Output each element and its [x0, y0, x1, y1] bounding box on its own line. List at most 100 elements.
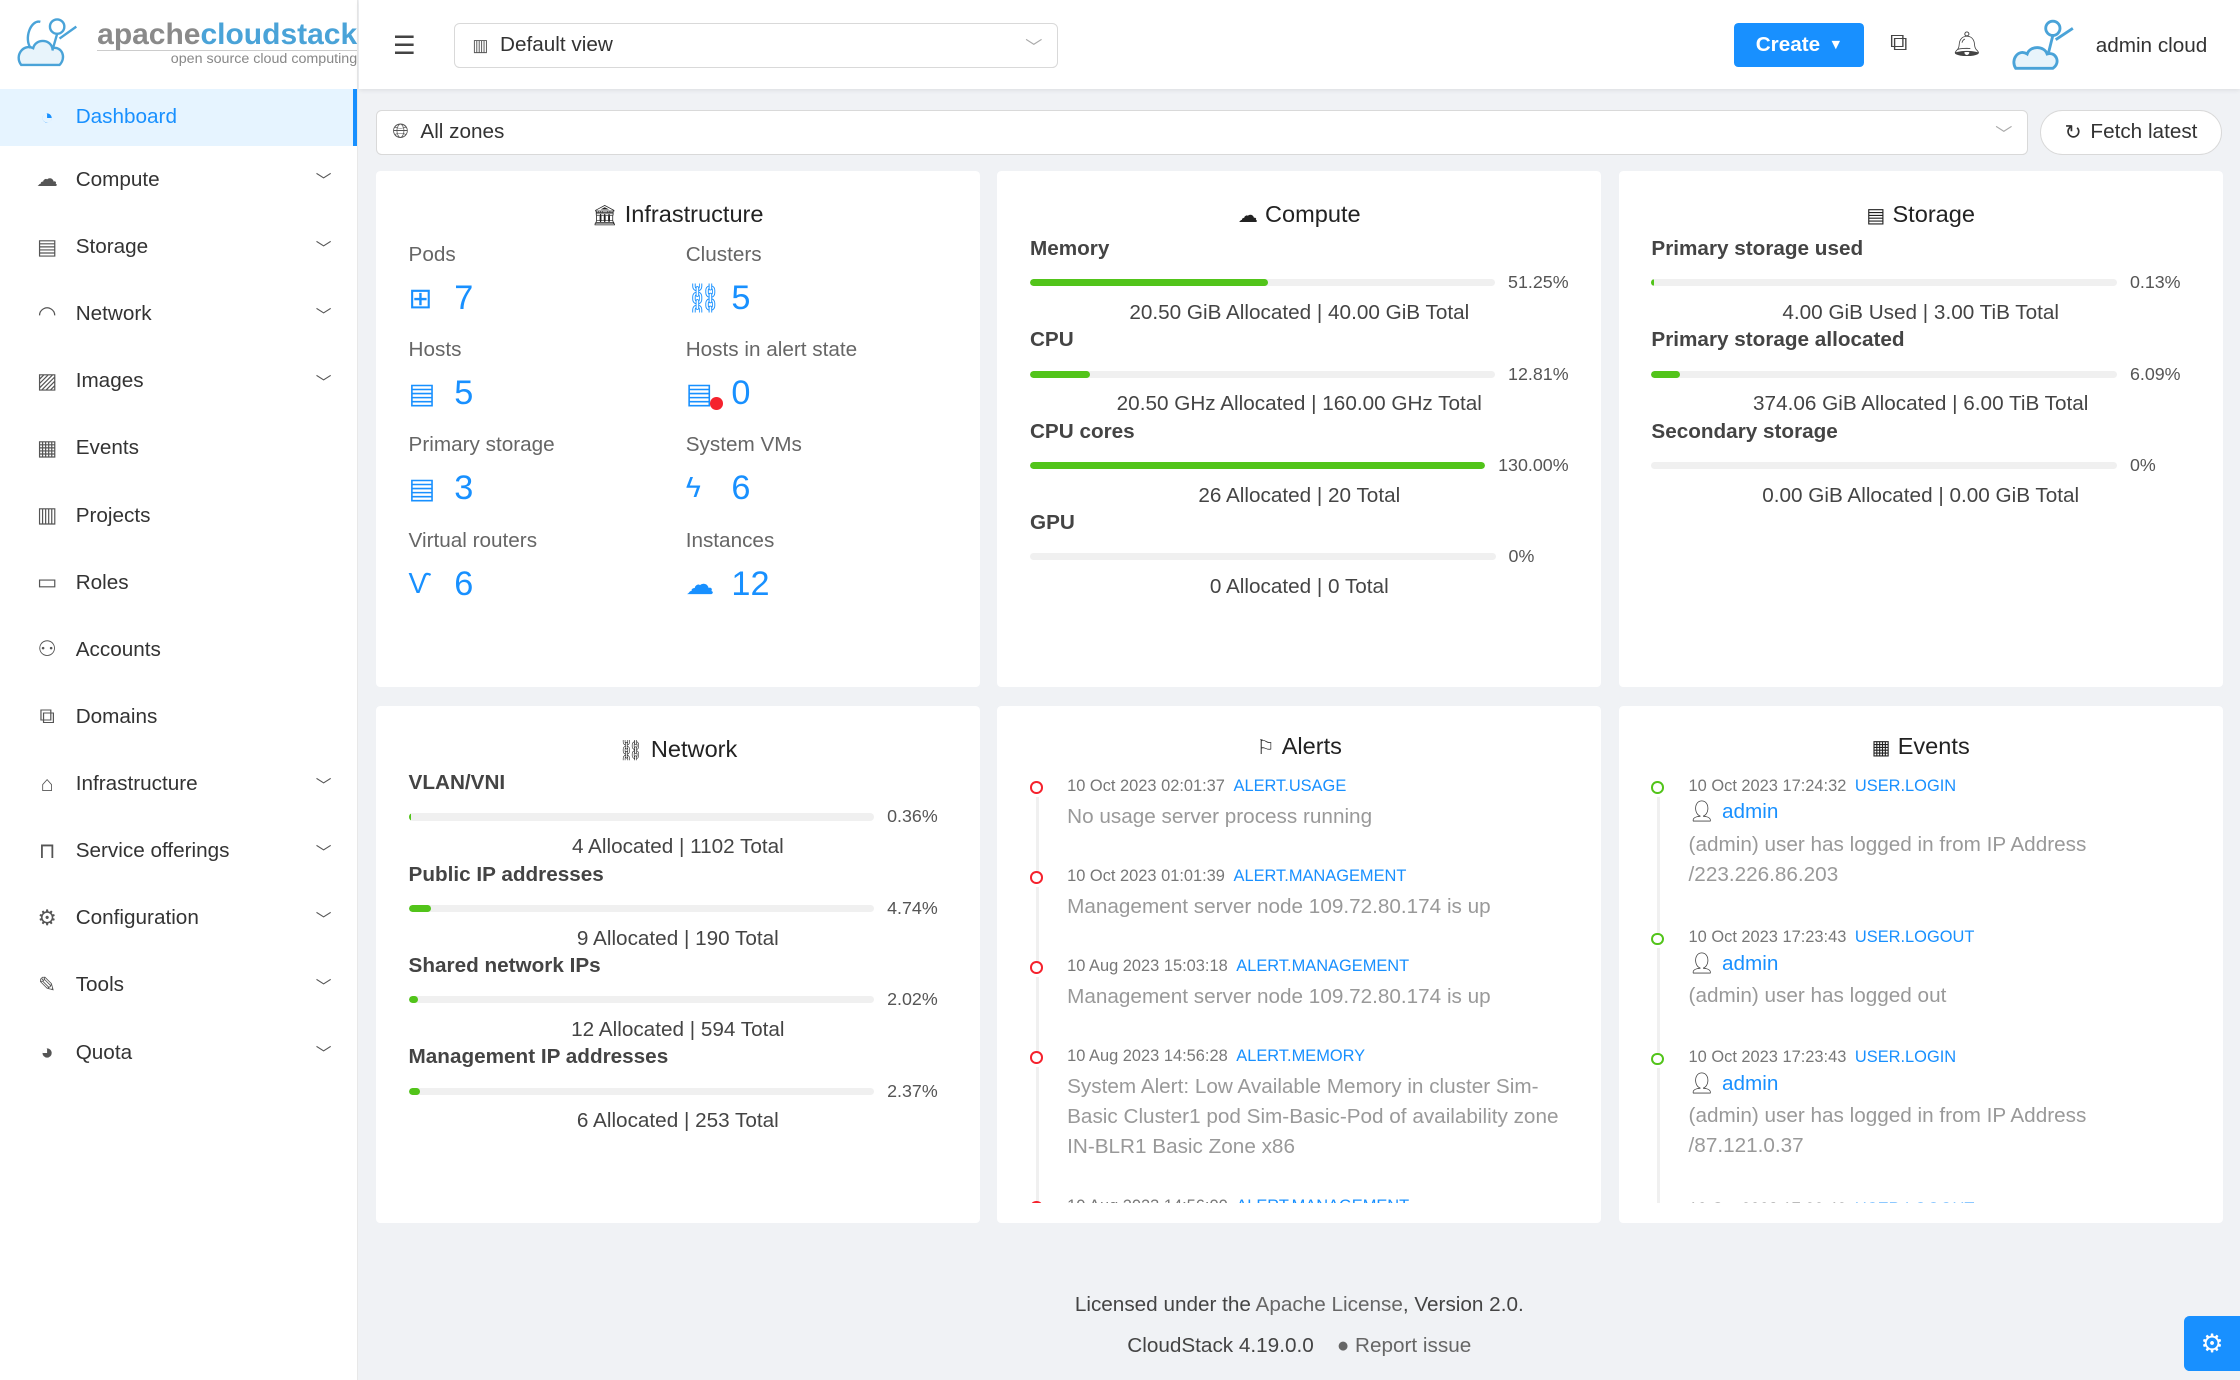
infra-tile-primary-storage[interactable]: Primary storage ▤ 3 [409, 433, 686, 508]
sidebar-item-tools[interactable]: ✎ Tools ﹀ [0, 957, 357, 1014]
sidebar-item-projects[interactable]: ▥ Projects [0, 487, 357, 544]
sidebar-item-storage[interactable]: ▤ Storage ﹀ [0, 219, 357, 276]
tile-count[interactable]: 6 [454, 565, 473, 604]
sidebar-item-infrastructure[interactable]: ⌂ Infrastructure ﹀ [0, 756, 357, 813]
dashboard-view-select[interactable]: ▥ Default view ﹀ [454, 22, 1058, 68]
progress-fill [1029, 370, 1090, 378]
wifi-icon: ◠ [37, 301, 57, 326]
sidebar-item-network[interactable]: ◠ Network ﹀ [0, 286, 357, 343]
apartment-icon: ⛓ [618, 739, 644, 762]
sidebar-item-label: Accounts [75, 637, 161, 661]
event-user[interactable]: 👤︎ admin [1689, 800, 2190, 824]
card-title: Alerts [1281, 732, 1342, 759]
event-username[interactable]: admin [1722, 952, 1778, 975]
event-username[interactable]: admin [1722, 800, 1778, 823]
alert-item: 10 Oct 2023 02:01:37 ALERT.USAGE No usage … [1029, 777, 1569, 879]
network-resource-vlan-vni: VLAN/VNI 0.36% 4 Allocated | 1102 Total [408, 771, 948, 862]
sidebar-item-quota[interactable]: ◕ Quota ﹀ [0, 1024, 357, 1081]
chevron-down-icon: ﹀ [315, 173, 332, 191]
sidebar-item-compute[interactable]: ☁ Compute ﹀ [0, 151, 357, 208]
tile-count[interactable]: 5 [454, 374, 473, 413]
infra-tile-clusters[interactable]: Clusters ⛓ 5 [686, 243, 963, 318]
database-icon: ▤ [37, 234, 58, 259]
item-description: (admin) user has logged in from IP Addre… [1688, 832, 2087, 886]
sidebar-item-domains[interactable]: ⧉ Domains [0, 688, 357, 745]
logo[interactable]: apachecloudstack open source cloud compu… [0, 0, 358, 89]
item-description: (admin) user has logged out [1688, 984, 1947, 1008]
item-type-link[interactable]: ALERT.MANAGEMENT [1236, 957, 1409, 975]
storage-resource-secondary-storage: Secondary storage 0% 0.00 GiB Allocated | … [1651, 420, 2190, 511]
cloud-icon: ☁ [1237, 205, 1258, 228]
resource-label: Secondary storage [1651, 419, 1838, 443]
item-type-link[interactable]: USER.LOGIN [1855, 1048, 1956, 1066]
infra-tile-pods[interactable]: Pods ⊞ 7 [409, 243, 686, 318]
bell-icon[interactable]: 🔔︎ [1951, 29, 1982, 59]
card-title: Infrastructure [624, 201, 764, 228]
sidebar-item-accounts[interactable]: ⚇ Accounts [0, 621, 357, 678]
image-add-icon[interactable]: ⧉ [1890, 29, 1907, 57]
resource-detail: 20.50 GiB Allocated | 40.00 GiB Total [1129, 300, 1470, 324]
sidebar-item-configuration[interactable]: ⚙ Configuration ﹀ [0, 890, 357, 947]
progress-percent: 4.74% [887, 897, 938, 918]
item-type-link[interactable]: ALERT.USAGE [1234, 777, 1347, 795]
tile-label: Hosts in alert state [685, 338, 858, 362]
item-header: 10 Oct 2023 17:23:43 USER.LOGOUT [1689, 928, 2190, 947]
sidebar-item-dashboard[interactable]: ◔ Dashboard [0, 88, 358, 146]
network-resource-public-ip-addresses: Public IP addresses 4.74% 9 Allocated | 19… [408, 863, 948, 954]
menu-fold-icon[interactable]: ☰ [393, 31, 416, 61]
apache-license-link[interactable]: Apache License [1256, 1293, 1403, 1316]
event-user[interactable]: 👤︎ admin [1689, 952, 2190, 976]
chevron-down-icon: ▼ [1828, 36, 1843, 53]
sidebar-item-label: Compute [75, 167, 160, 191]
zone-select[interactable]: 🌐︎ All zones ﹀ [375, 109, 2028, 155]
sidebar-item-images[interactable]: ▨ Images ﹀ [0, 353, 357, 410]
timeline-dot-icon [1651, 932, 1664, 946]
user-menu[interactable]: admin cloud [2010, 14, 2207, 77]
resource-label: Management IP addresses [408, 1045, 669, 1069]
item-description: System Alert: Low Available Memory in cl… [1067, 1074, 1559, 1158]
timeline-dot-icon [1651, 781, 1664, 794]
event-username[interactable]: admin [1722, 1072, 1778, 1095]
tile-count[interactable]: 5 [731, 279, 750, 318]
infra-tile-hosts-in-alert-state[interactable]: Hosts in alert state ▤ 0 [686, 338, 963, 413]
tile-label: Hosts [408, 338, 462, 362]
item-type-link[interactable]: USER.LOGOUT [1855, 928, 1974, 946]
resource-detail: 26 Allocated | 20 Total [1198, 483, 1401, 507]
sidebar-item-roles[interactable]: ▭ Roles [0, 554, 357, 611]
schedule-icon: ▦ [37, 435, 58, 460]
tile-count[interactable]: 0 [731, 374, 750, 413]
tile-count[interactable]: 7 [454, 279, 473, 318]
tile-label: Virtual routers [408, 528, 538, 552]
resource-label: Primary storage allocated [1651, 328, 1905, 352]
tile-count[interactable]: 6 [731, 469, 750, 508]
block-icon: ⧉ [39, 704, 55, 729]
alert-item: 10 Aug 2023 15:03:18 ALERT.MANAGEMENT Mana… [1029, 957, 1569, 1059]
idcard-icon: ▭ [37, 570, 58, 595]
infra-tile-virtual-routers[interactable]: Virtual routers Ѵ 6 [409, 529, 686, 604]
create-button[interactable]: Create ▼ [1734, 22, 1865, 68]
settings-drawer-button[interactable]: ⚙ [2184, 1315, 2240, 1372]
chevron-down-icon: ﹀ [1025, 36, 1043, 57]
item-type-link[interactable]: ALERT.MANAGEMENT [1236, 1197, 1409, 1203]
sidebar-item-service-offerings[interactable]: ⊓ Service offerings ﹀ [0, 823, 357, 880]
infra-tile-system-vms[interactable]: System VMs ϟ 6 [686, 433, 963, 508]
progress-row: 0% [1029, 543, 1569, 572]
storage-card: ▤ Storage Primary storage used 0.13% 4.00 G… [1618, 171, 2223, 688]
fetch-latest-button[interactable]: ↻ Fetch latest [2039, 109, 2222, 155]
infra-tile-instances[interactable]: Instances ☁ 12 [686, 529, 963, 604]
report-issue-link[interactable]: Report issue [1355, 1334, 1471, 1357]
item-type-link[interactable]: ALERT.MANAGEMENT [1234, 867, 1407, 885]
tile-count[interactable]: 12 [731, 565, 769, 604]
event-user[interactable]: 👤︎ admin [1689, 1072, 2190, 1096]
item-type-link[interactable]: USER.LOGOUT [1855, 1200, 1974, 1203]
event-item: 10 Oct 2023 17:23:43 USER.LOGOUT 👤︎ admin (a… [1651, 928, 2190, 1060]
item-type-link[interactable]: ALERT.MEMORY [1236, 1047, 1365, 1065]
sidebar-item-label: Network [75, 302, 152, 326]
tile-count[interactable]: 3 [454, 469, 473, 508]
item-type-link[interactable]: USER.LOGIN [1855, 777, 1956, 795]
alert-item: 10 Aug 2023 14:56:00 ALERT.MANAGEMENT [1029, 1197, 1569, 1203]
sidebar-item-events[interactable]: ▦ Events [0, 420, 357, 477]
infra-tile-hosts[interactable]: Hosts ▤ 5 [409, 338, 686, 413]
shopping-icon: ⊓ [38, 838, 56, 863]
chevron-down-icon: ﹀ [315, 240, 332, 258]
